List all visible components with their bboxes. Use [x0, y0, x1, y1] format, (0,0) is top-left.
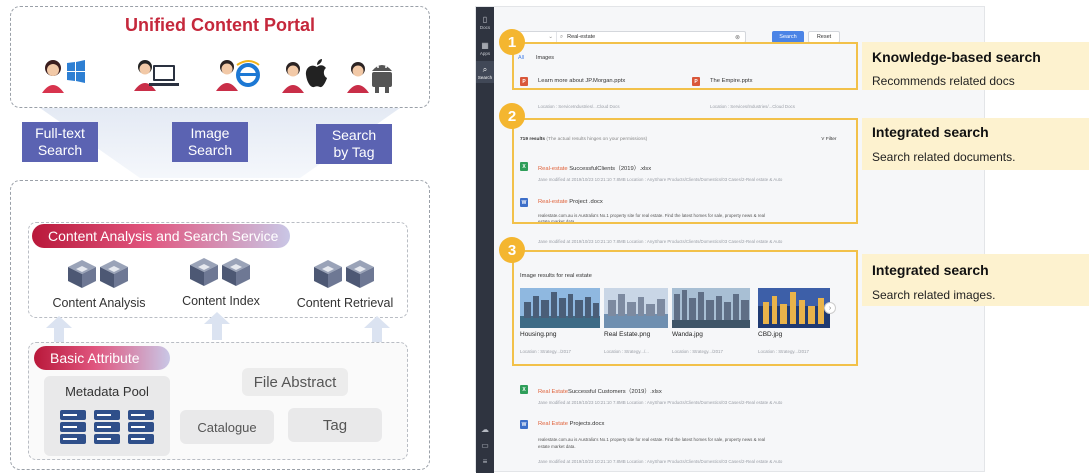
file-abstract-label: File Abstract [253, 373, 337, 391]
result-meta: Jane modified at 2019/10/23 10:21:10 7.8… [538, 400, 783, 405]
cube-icon [68, 260, 128, 288]
rail-item-docs[interactable]: ▯ Docs [476, 11, 494, 33]
laptop-user-icon [134, 60, 179, 91]
service-content-analysis: Content Analysis [52, 296, 146, 310]
cube-icon [314, 260, 374, 288]
portal-box: Unified Content Portal [10, 6, 430, 108]
chip-image-search: Image Search [172, 122, 248, 162]
callout-3-subtitle: Search related images. [872, 288, 996, 302]
up-arrow-icon [364, 316, 390, 344]
result-highlight: Real Estate [538, 421, 568, 427]
catalogue-label: Catalogue [197, 419, 257, 435]
catalogue-card: Catalogue [180, 410, 274, 444]
clear-icon[interactable]: ⊗ [735, 34, 745, 41]
browser-user-icon [216, 60, 260, 91]
service-content-retrieval: Content Retrieval [296, 296, 394, 310]
callout-2-title: Integrated search [872, 124, 989, 140]
cloud-icon[interactable]: ☁ [476, 425, 494, 434]
recommend-location: Location : ServiceIndustries/...Cloud Do… [538, 104, 620, 109]
chevron-down-icon: ⌄ [548, 34, 553, 40]
android-user-icon [347, 62, 392, 93]
cube-icon [190, 258, 250, 286]
search-input[interactable]: Real-estate [563, 34, 735, 40]
metadata-pool-label: Metadata Pool [65, 384, 149, 399]
chip-search-by-tag: Search by Tag [316, 124, 392, 164]
file-abstract-card: File Abstract [242, 368, 348, 396]
chip-label: Search by Tag [331, 127, 377, 160]
service-content-index: Content Index [182, 294, 260, 308]
result-name: Projects.docx [567, 421, 605, 427]
rail-item-search[interactable]: ⌕ Search [476, 61, 494, 83]
apple-user-icon [282, 59, 327, 93]
doc-icon: ▯ [482, 15, 488, 24]
callout-1-number: 1 [499, 29, 525, 55]
result-meta: Jane modified at 2019/10/23 10:21:10 7.8… [538, 459, 783, 464]
monitor-icon[interactable]: ▭ [476, 441, 494, 450]
tag-label: Tag [322, 416, 348, 434]
chip-label: Full-text Search [35, 125, 85, 158]
tag-card: Tag [288, 408, 382, 442]
result-snippet: realestate.com.au is Australia's No.1 pr… [538, 437, 766, 442]
result-meta: Jane modified at 2019/10/23 10:21:10 7.8… [538, 239, 783, 244]
callout-3-number: 3 [499, 237, 525, 263]
xlsx-file-icon: X [520, 385, 528, 394]
recommend-location: Location : Services/Industries/...Cloud … [710, 104, 795, 109]
docx-file-icon: W [520, 420, 528, 429]
basic-attribute-title: Basic Attribute [34, 346, 170, 370]
result-name: Successful Customers（2019）.xlsx [567, 389, 662, 395]
apps-icon: ▦ [481, 41, 489, 50]
up-arrow-icon [46, 316, 72, 344]
rail-label: Apps [479, 51, 491, 56]
callout-2-subtitle: Search related documents. [872, 150, 1016, 164]
rail-label: Search [477, 75, 493, 80]
callout-3-title: Integrated search [872, 262, 989, 278]
server-icon [60, 410, 154, 444]
callout-1-title: Knowledge-based search [872, 49, 1041, 65]
menu-icon[interactable]: ≡ [476, 457, 494, 466]
callout-2-number: 2 [499, 103, 525, 129]
callout-3-frame [512, 250, 858, 366]
slide: Unified Content Portal Full-text Search … [0, 0, 1089, 475]
result-highlight: Real Estate [538, 389, 568, 395]
result-title[interactable]: Real Estate Projects.docx [538, 421, 604, 427]
search-icon: ⌕ [482, 65, 488, 74]
portal-title: Unified Content Portal [125, 15, 315, 35]
service-title: Content Analysis and Search Service [32, 224, 290, 248]
windows-user-icon [42, 60, 85, 93]
up-arrow-icon [204, 312, 230, 340]
rail-item-apps[interactable]: ▦ Apps [476, 37, 494, 59]
nav-rail: ▯ Docs ▦ Apps ⌕ Search ☁ ▭ ≡ [476, 7, 494, 473]
callout-1-frame [512, 42, 858, 90]
rail-label: Docs [479, 25, 491, 30]
result-snippet: estate market data. [538, 444, 576, 449]
chip-full-text-search: Full-text Search [22, 122, 98, 162]
result-title[interactable]: Real EstateSuccessful Customers（2019）.xl… [538, 386, 662, 395]
callout-2-frame [512, 118, 858, 224]
callout-1-subtitle: Recommends related docs [872, 74, 1015, 88]
chip-label: Image Search [187, 125, 233, 158]
